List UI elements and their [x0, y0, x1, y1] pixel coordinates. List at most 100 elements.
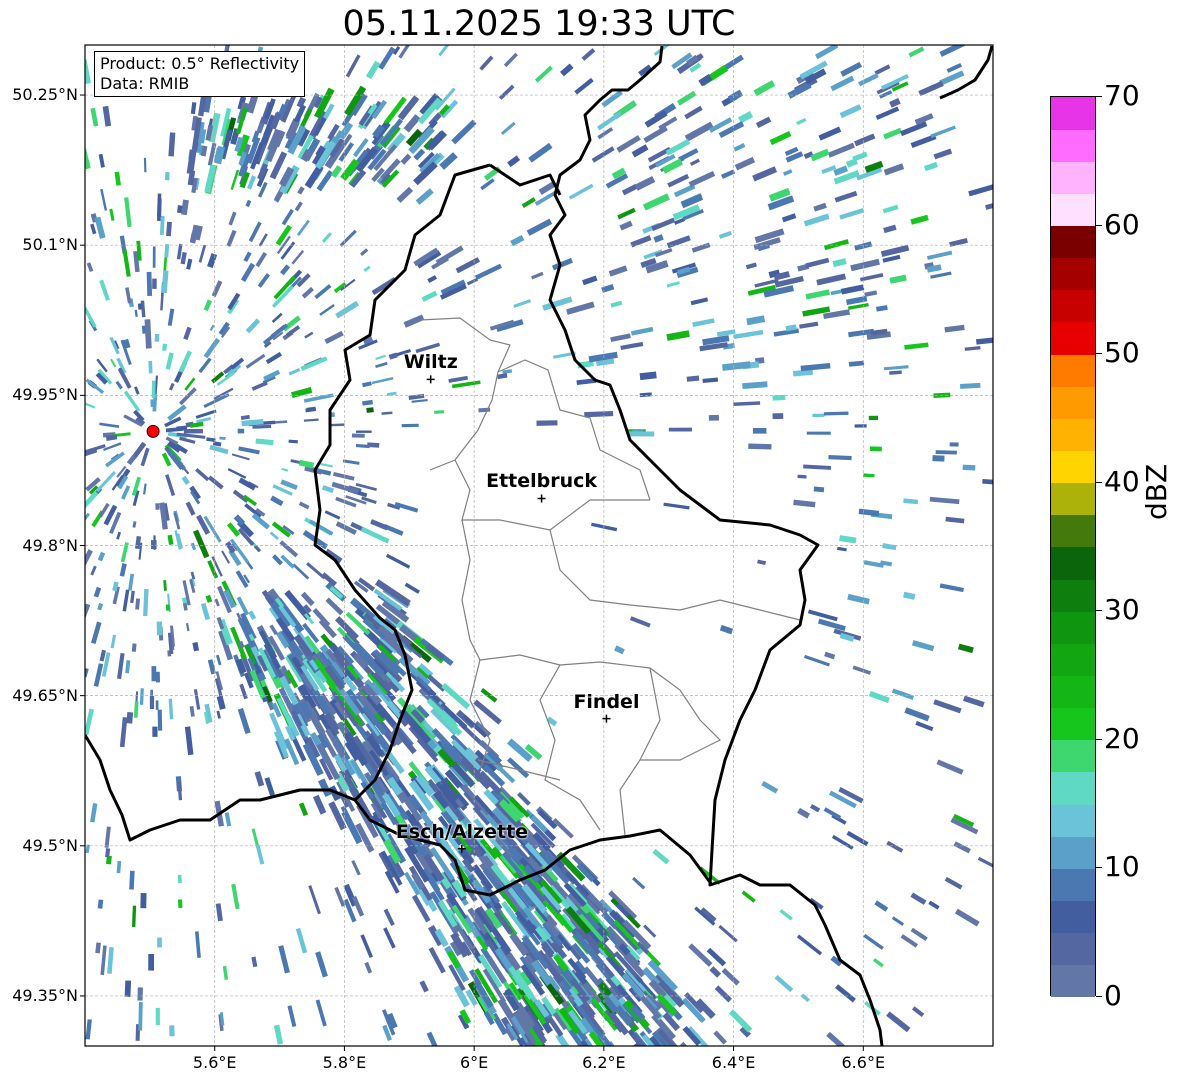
echo-cell [230, 169, 240, 190]
echo-cell [663, 502, 690, 510]
colorbar-segment [1051, 643, 1095, 677]
echo-cell [688, 171, 716, 188]
echo-cell [155, 671, 160, 683]
echo-cell [97, 551, 106, 562]
echo-cell [722, 361, 751, 371]
echo-cell [840, 61, 863, 77]
echo-cell [270, 495, 284, 507]
echo-cell [721, 169, 736, 179]
echo-cell [630, 235, 652, 248]
echo-cell [109, 208, 115, 221]
echo-cell [566, 301, 595, 315]
echo-cell [852, 665, 872, 675]
echo-cell [321, 232, 332, 243]
colorbar-segment [1051, 418, 1095, 452]
echo-cell [839, 535, 857, 544]
echo-cell [128, 573, 135, 591]
radar-map[interactable] [0, 0, 1184, 1081]
echo-cell [315, 999, 327, 1027]
echo-cell [643, 924, 657, 938]
echo-cell [733, 329, 764, 340]
echo-cell [500, 121, 516, 136]
colorbar-segment [1051, 161, 1095, 194]
echo-cell [97, 602, 104, 611]
echo-cell [403, 314, 425, 328]
colorbar-tick-label: 60 [1104, 207, 1140, 241]
echo-cell [438, 45, 451, 57]
latitude-tick-label: 49.95°N [12, 385, 78, 405]
echo-cell [168, 698, 174, 720]
echo-cell [99, 649, 107, 662]
echo-cell [847, 593, 870, 605]
echo-cell [85, 148, 91, 170]
echo-cell [945, 516, 965, 524]
echo-cell [474, 263, 502, 280]
echo-cell [713, 1030, 727, 1045]
echo-cell [874, 900, 889, 912]
latitude-tick-label: 49.65°N [12, 685, 78, 705]
echo-cell [886, 1011, 911, 1033]
echo-cell [248, 610, 257, 621]
echo-cell [342, 459, 360, 465]
colorbar-segment [1051, 354, 1095, 387]
echo-cell [629, 616, 651, 628]
echo-cell [854, 133, 876, 147]
echo-cell [944, 876, 963, 890]
echo-cell [858, 73, 879, 87]
echo-cell [126, 711, 134, 724]
echo-cell [531, 271, 544, 280]
echo-cell [757, 559, 767, 566]
echo-cell [137, 303, 143, 310]
echo-cell [451, 119, 477, 145]
echo-cell [104, 826, 111, 848]
echo-cell [466, 277, 479, 286]
echo-cell [904, 342, 929, 350]
echo-cell [668, 427, 692, 432]
echo-cell [119, 717, 128, 748]
echo-cell [281, 467, 289, 472]
echo-cell [536, 1054, 555, 1079]
echo-cell [718, 924, 738, 943]
echo-cell [928, 900, 940, 910]
echo-cell [666, 330, 690, 341]
echo-cell [258, 233, 268, 247]
echo-cell [248, 221, 262, 243]
echo-cell [292, 563, 310, 580]
echo-cell [298, 802, 309, 817]
echo-cell [383, 908, 395, 926]
echo-cell [304, 331, 314, 339]
echo-cell [959, 382, 981, 389]
echo-cell [923, 161, 938, 172]
echo-cell [691, 242, 711, 253]
echo-cell [688, 943, 713, 967]
echo-cell [448, 375, 468, 383]
echo-cell [156, 621, 163, 636]
echo-cell [584, 410, 614, 418]
colorbar-segment [1051, 579, 1095, 612]
echo-cell [828, 455, 852, 461]
echo-cell [300, 356, 328, 371]
echo-cell [910, 927, 928, 941]
echo-cell [818, 126, 842, 141]
echo-cell [719, 624, 734, 635]
echo-cell [255, 438, 274, 446]
echo-cell [296, 219, 310, 236]
echo-cell [797, 474, 807, 479]
echo-cell [203, 337, 221, 359]
echo-cell [364, 961, 373, 974]
echo-cell [930, 271, 952, 279]
latitude-tick-label: 49.8°N [22, 535, 78, 555]
echo-cell [568, 183, 594, 200]
data-source-label: Data: RMIB [100, 74, 190, 93]
echo-cell [98, 153, 105, 168]
echo-cell [216, 710, 221, 719]
echo-cell [755, 116, 772, 129]
echo-cell [273, 1024, 284, 1045]
echo-cell [939, 45, 969, 57]
echo-cell [168, 382, 175, 391]
longitude-tick-label: 6.4°E [711, 1053, 756, 1072]
colorbar-segment [1051, 514, 1095, 548]
echo-cell [774, 974, 794, 993]
echo-cell [709, 966, 722, 978]
echo-cell [116, 531, 122, 540]
